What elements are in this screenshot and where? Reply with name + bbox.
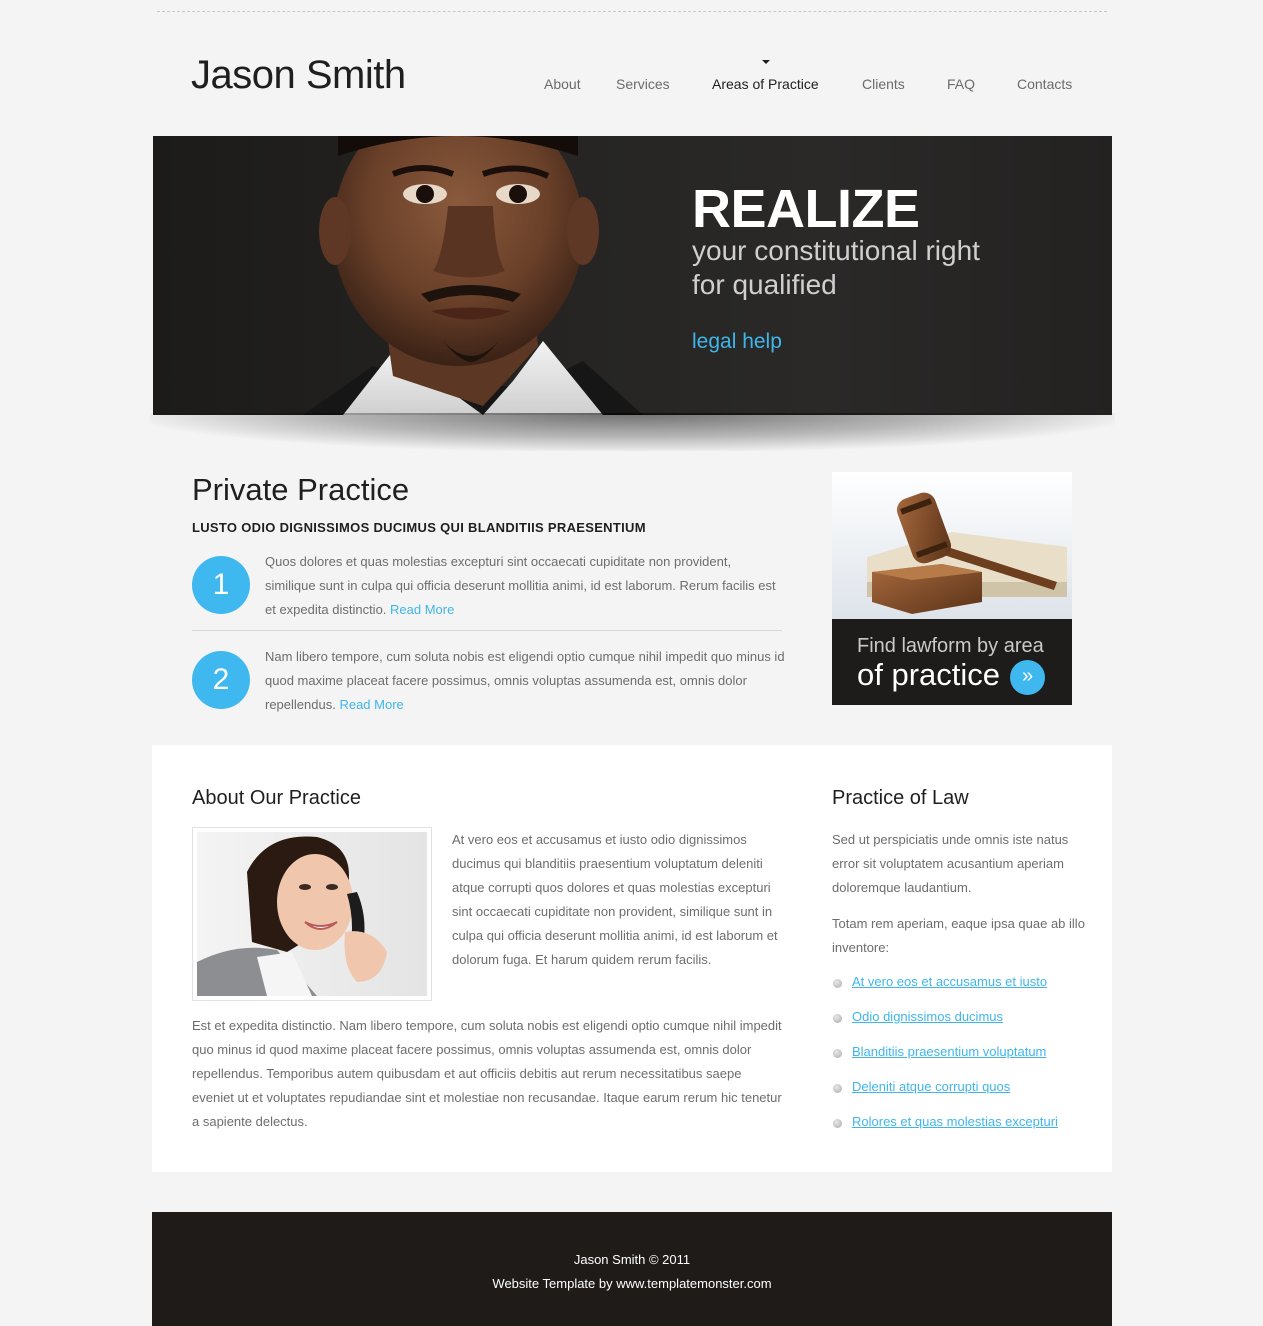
- bullet-icon: [833, 1014, 842, 1023]
- practice-link-2[interactable]: Odio dignissimos ducimus: [852, 1009, 1003, 1024]
- nav-item-faq[interactable]: FAQ: [947, 76, 975, 92]
- hero-banner: REALIZE your constitutional right for qu…: [153, 136, 1112, 415]
- bullet-icon: [833, 1084, 842, 1093]
- lawform-line-1: Find lawform by area: [857, 635, 1044, 657]
- man-portrait-image: [303, 136, 643, 415]
- woman-phone-image: [197, 832, 427, 996]
- practice-of-law-title: Practice of Law: [832, 787, 969, 809]
- practice-of-law-paragraph-1: Sed ut perspiciatis unde omnis iste natu…: [832, 832, 1069, 895]
- site-footer: Jason Smith © 2011 Website Template by w…: [152, 1212, 1112, 1326]
- footer-credit[interactable]: Website Template by www.templatemonster.…: [152, 1276, 1112, 1291]
- number-badge-2: 2: [192, 651, 250, 709]
- about-paragraph-1: At vero eos et accusamus et iusto odio d…: [452, 832, 778, 967]
- nav-item-areas-of-practice[interactable]: Areas of Practice: [712, 76, 819, 92]
- bullet-icon: [833, 1049, 842, 1058]
- top-dashed-divider: [157, 11, 1107, 12]
- read-more-link-1[interactable]: Read More: [390, 602, 454, 617]
- bullet-icon: [833, 1119, 842, 1128]
- nav-item-clients[interactable]: Clients: [862, 76, 905, 92]
- nav-item-services[interactable]: Services: [616, 76, 670, 92]
- lawform-caption-bar: Find lawform by area of practice »: [832, 619, 1072, 705]
- practice-item-body: Quos dolores et quas molestias excepturi…: [265, 554, 776, 617]
- nav-item-contacts[interactable]: Contacts: [1017, 76, 1072, 92]
- private-practice-subtitle: LUSTO ODIO DIGNISSIMOS DUCIMUS QUI BLAND…: [192, 520, 646, 535]
- private-practice-title: Private Practice: [192, 472, 410, 507]
- practice-item-1: 1 Quos dolores et quas molestias exceptu…: [192, 550, 782, 622]
- practice-of-law-paragraph-2: Totam rem aperiam, eaque ipsa quae ab il…: [832, 916, 1085, 955]
- number-badge-1: 1: [192, 556, 250, 614]
- practice-item-text: Nam libero tempore, cum soluta nobis est…: [265, 645, 785, 717]
- banner-subline-1: your constitutional right: [692, 235, 980, 266]
- about-paragraph-2: Est et expedita distinctio. Nam libero t…: [192, 1018, 782, 1129]
- find-lawform-promo[interactable]: Find lawform by area of practice »: [832, 472, 1072, 705]
- practice-link-4[interactable]: Deleniti atque corrupti quos: [852, 1079, 1010, 1094]
- nav-item-about[interactable]: About: [544, 76, 581, 92]
- practice-link-5[interactable]: Rolores et quas molestias excepturi: [852, 1114, 1058, 1129]
- practice-link-1[interactable]: At vero eos et accusamus et iusto: [852, 974, 1047, 989]
- practice-item-2: 2 Nam libero tempore, cum soluta nobis e…: [192, 645, 785, 717]
- bullet-icon: [833, 979, 842, 988]
- practice-item-text: Quos dolores et quas molestias excepturi…: [265, 550, 785, 622]
- lawform-line-2: of practice: [857, 657, 1001, 692]
- legal-help-link[interactable]: legal help: [692, 330, 782, 354]
- banner-subline: your constitutional right for qualified: [692, 234, 980, 302]
- footer-copyright: Jason Smith © 2011: [573, 1252, 691, 1267]
- read-more-link-2[interactable]: Read More: [339, 697, 403, 712]
- content-panel: About Our Practice At vero eos et accusa…: [152, 745, 1112, 1172]
- banner-shadow: [150, 413, 1115, 451]
- nav-active-arrow-icon: [762, 60, 770, 64]
- practice-divider: [192, 630, 782, 631]
- practice-link-3[interactable]: Blanditiis praesentium voluptatum: [852, 1044, 1046, 1059]
- gavel-image: [832, 472, 1072, 619]
- banner-headline: REALIZE: [692, 179, 920, 239]
- banner-subline-2: for qualified: [692, 269, 837, 300]
- woman-phone-photo: [192, 827, 432, 1001]
- double-chevron-right-icon[interactable]: »: [1010, 660, 1045, 695]
- about-section-title: About Our Practice: [192, 787, 361, 809]
- main-nav: About Services Areas of Practice Clients…: [0, 76, 1263, 96]
